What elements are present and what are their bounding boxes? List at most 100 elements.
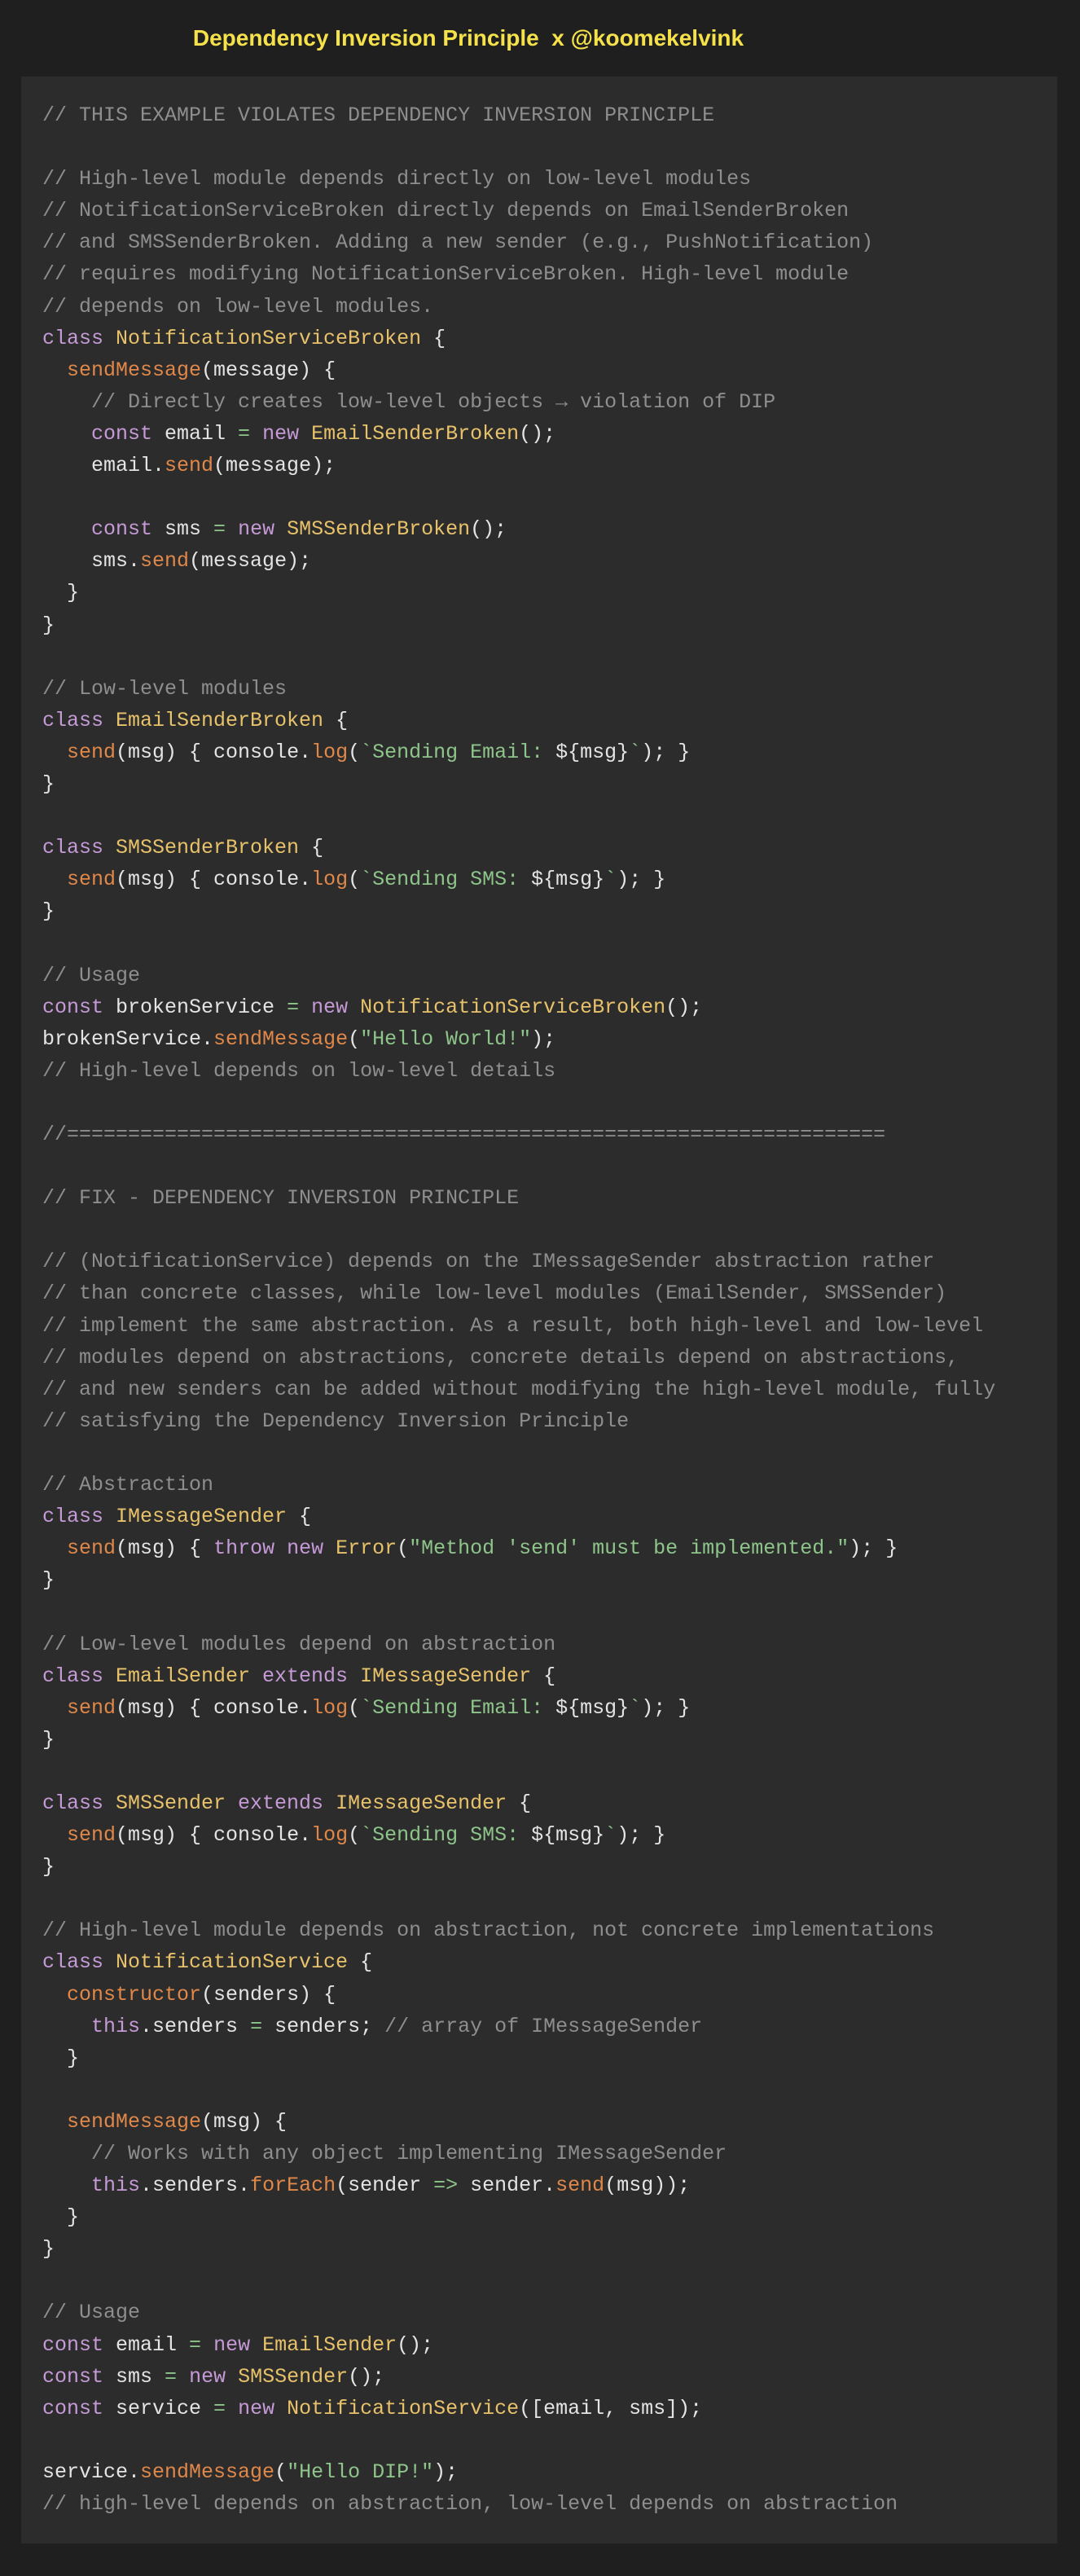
code-token: }	[42, 2046, 80, 2070]
code-token: IMessageSender	[336, 1791, 507, 1815]
code-token: const	[91, 517, 165, 542]
code-line: this.senders.forEach(sender => sender.se…	[42, 2169, 995, 2201]
code-panel: // THIS EXAMPLE VIOLATES DEPENDENCY INVE…	[21, 77, 1057, 2543]
code-line: }	[42, 2233, 995, 2265]
page-title: Dependency Inversion Principle x @koomek…	[192, 25, 744, 51]
code-line: // high-level depends on abstraction, lo…	[42, 2488, 995, 2520]
code-token: );	[433, 2460, 459, 2484]
code-token: EmailSender	[116, 1664, 263, 1688]
code-token: class	[42, 1505, 116, 1529]
code-token: // Abstraction	[42, 1473, 214, 1497]
code-line: }	[42, 609, 995, 641]
code-token: (senders) {	[201, 1982, 336, 2007]
code-token: // modules depend on abstractions, concr…	[42, 1345, 959, 1369]
code-line: service.sendMessage("Hello DIP!");	[42, 2456, 995, 2488]
code-token: class	[42, 1950, 116, 1975]
code-token: "Hello World!"	[360, 1026, 532, 1051]
code-token: .senders.	[140, 2174, 251, 2198]
code-line: }	[42, 2201, 995, 2233]
code-token: send	[165, 454, 214, 478]
code-token: // High-level module depends on abstract…	[42, 1919, 935, 1943]
code-token: ${msg}	[555, 1695, 630, 1720]
code-line: send(msg) { console.log(`Sending Email: …	[42, 736, 995, 768]
code-line: class NotificationService {	[42, 1946, 995, 1978]
code-token: {	[421, 326, 446, 350]
code-line: // High-level module depends directly on…	[42, 163, 995, 195]
code-token: SMSSender	[238, 2364, 349, 2389]
code-token: NotificationService	[287, 2396, 520, 2420]
code-token: service	[116, 2396, 214, 2420]
code-line: // Usage	[42, 960, 995, 991]
code-line: const sms = new SMSSender();	[42, 2361, 995, 2393]
code-token: SMSSenderBroken	[116, 836, 300, 860]
code-token: (sender	[336, 2174, 434, 2198]
code-token: (	[348, 868, 361, 892]
code-token: email	[116, 2332, 190, 2357]
code-token: // Low-level modules	[42, 676, 288, 701]
code-token: `Sending SMS:	[360, 868, 532, 892]
code-token: =	[165, 2364, 178, 2389]
code-token: (msg) { console.	[116, 1695, 312, 1720]
code-token: constructor	[67, 1982, 202, 2007]
code-token: // Usage	[42, 2301, 141, 2325]
code-token: ();	[665, 995, 703, 1019]
code-token: send	[555, 2174, 605, 2198]
code-line: }	[42, 768, 995, 800]
code-line: sendMessage(message) {	[42, 354, 995, 386]
code-token: // THIS EXAMPLE VIOLATES DEPENDENCY INVE…	[42, 103, 715, 127]
code-token: =	[238, 421, 251, 446]
code-line: // Directly creates low-level objects → …	[42, 386, 995, 418]
code-token: }	[42, 2237, 55, 2262]
code-token: );	[531, 1026, 556, 1051]
code-line: send(msg) { console.log(`Sending SMS: ${…	[42, 864, 995, 895]
code-token: }	[42, 2205, 80, 2230]
code-line: // NotificationServiceBroken directly de…	[42, 195, 995, 226]
code-token: sendMessage	[67, 358, 202, 382]
code-token: sms	[165, 517, 214, 542]
code-token: brokenService.	[42, 1026, 214, 1051]
code-token: // High-level depends on low-level detai…	[42, 1058, 556, 1083]
code-token: // Directly creates low-level objects → …	[42, 389, 776, 414]
code-token: (message) {	[201, 358, 336, 382]
code-line: class SMSSenderBroken {	[42, 832, 995, 864]
code-token: // than concrete classes, while low-leve…	[42, 1281, 947, 1306]
code-token: SMSSender	[116, 1791, 239, 1815]
code-token: (	[274, 2460, 288, 2484]
code-token: // (NotificationService) depends on the …	[42, 1250, 935, 1274]
code-token: "Hello DIP!"	[287, 2460, 434, 2484]
code-token: const	[91, 421, 165, 446]
code-token: IMessageSender	[360, 1664, 532, 1688]
code-token: =	[250, 2014, 263, 2038]
code-line: // requires modifying NotificationServic…	[42, 258, 995, 290]
code-token: log	[311, 1695, 349, 1720]
code-line: // implement the same abstraction. As a …	[42, 1310, 995, 1342]
code-token: sendMessage	[67, 2109, 202, 2134]
code-line: // and SMSSenderBroken. Adding a new sen…	[42, 226, 995, 258]
code-token: // High-level module depends directly on…	[42, 167, 752, 191]
code-token: const	[42, 2332, 116, 2357]
code-line: // satisfying the Dependency Inversion P…	[42, 1405, 995, 1437]
code-token: ();	[348, 2364, 385, 2389]
code-token: EmailSenderBroken	[311, 421, 520, 446]
code-token: SMSSenderBroken	[287, 517, 471, 542]
code-token: send	[67, 868, 116, 892]
code-token: .senders	[140, 2014, 251, 2038]
code-token: (message);	[213, 454, 336, 478]
code-line: class EmailSender extends IMessageSender…	[42, 1660, 995, 1692]
code-token: {	[507, 1791, 532, 1815]
code-token: ); }	[617, 1823, 666, 1848]
code-token: ); }	[849, 1536, 898, 1561]
